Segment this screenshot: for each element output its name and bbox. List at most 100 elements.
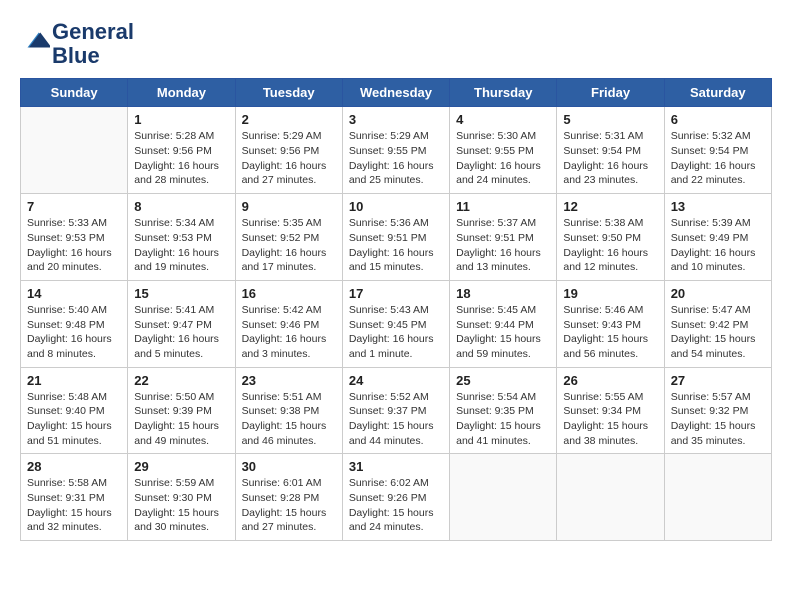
header-friday: Friday: [557, 79, 664, 107]
calendar-cell: 28Sunrise: 5:58 AM Sunset: 9:31 PM Dayli…: [21, 454, 128, 541]
logo-text: General Blue: [52, 20, 134, 68]
calendar-cell: 2 Sunrise: 5:29 AM Sunset: 9:56 PM Daylig…: [235, 107, 342, 194]
day-info: Sunrise: 5:52 AM Sunset: 9:37 PM Dayligh…: [349, 390, 443, 449]
day-number: 16: [242, 286, 336, 301]
logo-icon: [20, 25, 50, 55]
calendar-cell: [21, 107, 128, 194]
page-header: General Blue: [20, 20, 772, 68]
day-info: Sunrise: 5:51 AM Sunset: 9:38 PM Dayligh…: [242, 390, 336, 449]
day-number: 12: [563, 199, 657, 214]
calendar-cell: 24 Sunrise: 5:52 AM Sunset: 9:37 PM Dayli…: [342, 367, 449, 454]
header-tuesday: Tuesday: [235, 79, 342, 107]
day-number: 31: [349, 459, 443, 474]
day-number: 25: [456, 373, 550, 388]
calendar-cell: 27 Sunrise: 5:57 AM Sunset: 9:32 PM Dayli…: [664, 367, 771, 454]
day-number: 21: [27, 373, 121, 388]
day-number: 10: [349, 199, 443, 214]
calendar-cell: 20 Sunrise: 5:47 AM Sunset: 9:42 PM Dayli…: [664, 280, 771, 367]
day-info: Sunrise: 5:31 AM Sunset: 9:54 PM Dayligh…: [563, 129, 657, 188]
day-info: Sunrise: 5:28 AM Sunset: 9:56 PM Dayligh…: [134, 129, 228, 188]
day-number: 3: [349, 112, 443, 127]
calendar-table: SundayMondayTuesdayWednesdayThursdayFrid…: [20, 78, 772, 541]
calendar-header-row: SundayMondayTuesdayWednesdayThursdayFrid…: [21, 79, 772, 107]
day-number: 24: [349, 373, 443, 388]
header-sunday: Sunday: [21, 79, 128, 107]
day-number: 6: [671, 112, 765, 127]
day-number: 2: [242, 112, 336, 127]
calendar-cell: 10 Sunrise: 5:36 AM Sunset: 9:51 PM Dayli…: [342, 194, 449, 281]
day-number: 26: [563, 373, 657, 388]
logo: General Blue: [20, 20, 134, 68]
day-info: Sunrise: 5:40 AM Sunset: 9:48 PM Dayligh…: [27, 303, 121, 362]
day-info: Sunrise: 5:42 AM Sunset: 9:46 PM Dayligh…: [242, 303, 336, 362]
day-info: Sunrise: 5:30 AM Sunset: 9:55 PM Dayligh…: [456, 129, 550, 188]
day-number: 23: [242, 373, 336, 388]
day-info: Sunrise: 5:43 AM Sunset: 9:45 PM Dayligh…: [349, 303, 443, 362]
day-number: 5: [563, 112, 657, 127]
day-info: Sunrise: 5:57 AM Sunset: 9:32 PM Dayligh…: [671, 390, 765, 449]
calendar-cell: 21 Sunrise: 5:48 AM Sunset: 9:40 PM Dayli…: [21, 367, 128, 454]
calendar-cell: 8 Sunrise: 5:34 AM Sunset: 9:53 PM Daylig…: [128, 194, 235, 281]
calendar-cell: 30Sunrise: 6:01 AM Sunset: 9:28 PM Dayli…: [235, 454, 342, 541]
calendar-cell: 14 Sunrise: 5:40 AM Sunset: 9:48 PM Dayli…: [21, 280, 128, 367]
day-number: 22: [134, 373, 228, 388]
header-monday: Monday: [128, 79, 235, 107]
header-wednesday: Wednesday: [342, 79, 449, 107]
calendar-cell: 26Sunrise: 5:55 AM Sunset: 9:34 PM Dayli…: [557, 367, 664, 454]
day-info: Sunrise: 6:01 AM Sunset: 9:28 PM Dayligh…: [242, 476, 336, 535]
day-info: Sunrise: 5:35 AM Sunset: 9:52 PM Dayligh…: [242, 216, 336, 275]
day-number: 7: [27, 199, 121, 214]
day-number: 19: [563, 286, 657, 301]
calendar-cell: 15 Sunrise: 5:41 AM Sunset: 9:47 PM Dayli…: [128, 280, 235, 367]
calendar-week-row: 1 Sunrise: 5:28 AM Sunset: 9:56 PM Daylig…: [21, 107, 772, 194]
day-info: Sunrise: 5:58 AM Sunset: 9:31 PM Dayligh…: [27, 476, 121, 535]
day-info: Sunrise: 5:37 AM Sunset: 9:51 PM Dayligh…: [456, 216, 550, 275]
day-number: 18: [456, 286, 550, 301]
calendar-cell: 1 Sunrise: 5:28 AM Sunset: 9:56 PM Daylig…: [128, 107, 235, 194]
day-number: 1: [134, 112, 228, 127]
calendar-cell: 12 Sunrise: 5:38 AM Sunset: 9:50 PM Dayli…: [557, 194, 664, 281]
day-info: Sunrise: 5:38 AM Sunset: 9:50 PM Dayligh…: [563, 216, 657, 275]
calendar-cell: [557, 454, 664, 541]
day-number: 14: [27, 286, 121, 301]
day-number: 15: [134, 286, 228, 301]
day-number: 17: [349, 286, 443, 301]
calendar-cell: 25Sunrise: 5:54 AM Sunset: 9:35 PM Dayli…: [450, 367, 557, 454]
header-saturday: Saturday: [664, 79, 771, 107]
day-info: Sunrise: 5:29 AM Sunset: 9:56 PM Dayligh…: [242, 129, 336, 188]
day-info: Sunrise: 5:48 AM Sunset: 9:40 PM Dayligh…: [27, 390, 121, 449]
calendar-cell: 22 Sunrise: 5:50 AM Sunset: 9:39 PM Dayli…: [128, 367, 235, 454]
calendar-cell: 13Sunrise: 5:39 AM Sunset: 9:49 PM Dayli…: [664, 194, 771, 281]
calendar-cell: 19 Sunrise: 5:46 AM Sunset: 9:43 PM Dayli…: [557, 280, 664, 367]
calendar-week-row: 7 Sunrise: 5:33 AM Sunset: 9:53 PM Daylig…: [21, 194, 772, 281]
day-info: Sunrise: 5:32 AM Sunset: 9:54 PM Dayligh…: [671, 129, 765, 188]
calendar-cell: 9Sunrise: 5:35 AM Sunset: 9:52 PM Daylig…: [235, 194, 342, 281]
calendar-cell: 29Sunrise: 5:59 AM Sunset: 9:30 PM Dayli…: [128, 454, 235, 541]
header-thursday: Thursday: [450, 79, 557, 107]
calendar-cell: 3 Sunrise: 5:29 AM Sunset: 9:55 PM Daylig…: [342, 107, 449, 194]
day-info: Sunrise: 5:41 AM Sunset: 9:47 PM Dayligh…: [134, 303, 228, 362]
day-number: 11: [456, 199, 550, 214]
day-info: Sunrise: 5:29 AM Sunset: 9:55 PM Dayligh…: [349, 129, 443, 188]
calendar-cell: 7 Sunrise: 5:33 AM Sunset: 9:53 PM Daylig…: [21, 194, 128, 281]
day-number: 29: [134, 459, 228, 474]
day-number: 20: [671, 286, 765, 301]
day-info: Sunrise: 5:50 AM Sunset: 9:39 PM Dayligh…: [134, 390, 228, 449]
day-number: 4: [456, 112, 550, 127]
calendar-cell: 11 Sunrise: 5:37 AM Sunset: 9:51 PM Dayli…: [450, 194, 557, 281]
calendar-cell: [664, 454, 771, 541]
day-number: 8: [134, 199, 228, 214]
day-info: Sunrise: 5:33 AM Sunset: 9:53 PM Dayligh…: [27, 216, 121, 275]
day-info: Sunrise: 5:34 AM Sunset: 9:53 PM Dayligh…: [134, 216, 228, 275]
calendar-cell: 5 Sunrise: 5:31 AM Sunset: 9:54 PM Daylig…: [557, 107, 664, 194]
day-info: Sunrise: 5:47 AM Sunset: 9:42 PM Dayligh…: [671, 303, 765, 362]
calendar-cell: 17 Sunrise: 5:43 AM Sunset: 9:45 PM Dayli…: [342, 280, 449, 367]
calendar-cell: 16 Sunrise: 5:42 AM Sunset: 9:46 PM Dayli…: [235, 280, 342, 367]
day-info: Sunrise: 5:36 AM Sunset: 9:51 PM Dayligh…: [349, 216, 443, 275]
day-number: 27: [671, 373, 765, 388]
day-number: 13: [671, 199, 765, 214]
calendar-week-row: 14 Sunrise: 5:40 AM Sunset: 9:48 PM Dayli…: [21, 280, 772, 367]
calendar-cell: 6 Sunrise: 5:32 AM Sunset: 9:54 PM Daylig…: [664, 107, 771, 194]
day-info: Sunrise: 5:46 AM Sunset: 9:43 PM Dayligh…: [563, 303, 657, 362]
calendar-cell: 4 Sunrise: 5:30 AM Sunset: 9:55 PM Daylig…: [450, 107, 557, 194]
